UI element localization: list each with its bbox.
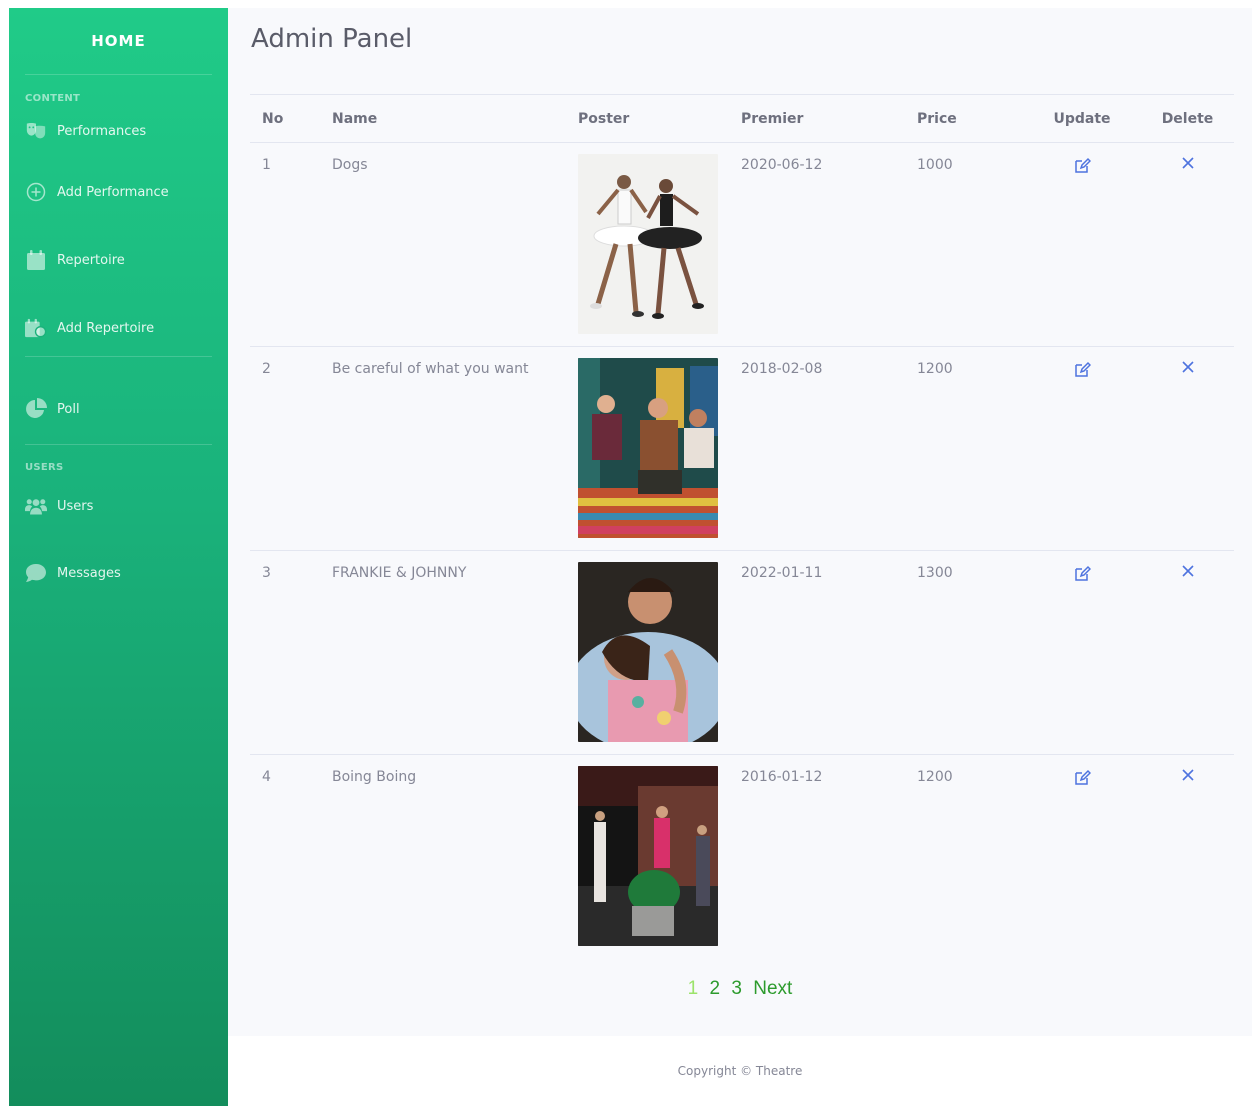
sidebar-item-label: Performances	[57, 123, 147, 139]
sidebar-item-add-performance[interactable]: Add Performance	[9, 158, 228, 226]
edit-icon[interactable]	[1074, 565, 1091, 586]
close-icon[interactable]	[1181, 565, 1194, 581]
theater-masks-icon	[25, 120, 47, 142]
sidebar-brand[interactable]: HOME	[9, 8, 228, 74]
table-row: 4 Boing Boing 2016-01-12 1200	[250, 755, 1234, 959]
cell-no: 4	[262, 769, 271, 785]
cell-no: 3	[250, 550, 320, 755]
sidebar-item-label: Users	[57, 498, 94, 514]
sidebar-item-label: Add Repertoire	[57, 320, 155, 336]
cell-price: 1000	[905, 142, 1023, 347]
page-link-1[interactable]: 1	[688, 978, 699, 999]
plus-circle-icon	[25, 181, 47, 203]
cell-premier: 2022-01-11	[729, 550, 905, 755]
header-premier: Premier	[729, 94, 905, 143]
page-link-2[interactable]: 2	[710, 978, 721, 999]
header-update: Update	[1023, 94, 1141, 143]
footer: Copyright © Theatre	[228, 1036, 1252, 1106]
cell-premier: 2016-01-12	[741, 769, 823, 785]
cell-premier: 2020-06-12	[729, 142, 905, 347]
edit-icon[interactable]	[1074, 769, 1091, 790]
sidebar-item-performances[interactable]: Performances	[9, 104, 228, 158]
pie-chart-icon	[25, 398, 47, 420]
sidebar: HOME CONTENT Performances Add Performanc…	[9, 8, 228, 1106]
page-title: Admin Panel	[251, 24, 413, 54]
sidebar-item-label: Add Performance	[57, 184, 169, 200]
sidebar-item-users[interactable]: Users	[9, 473, 228, 539]
edit-icon[interactable]	[1074, 157, 1091, 178]
page-link-3[interactable]: 3	[731, 978, 742, 999]
close-icon[interactable]	[1181, 361, 1194, 377]
poster-image	[578, 358, 718, 538]
sidebar-divider	[25, 74, 212, 75]
close-icon[interactable]	[1181, 769, 1194, 785]
sidebar-item-label: Messages	[57, 565, 121, 581]
sidebar-item-poll[interactable]: Poll	[9, 357, 228, 461]
sidebar-item-add-repertoire[interactable]: Add Repertoire	[9, 294, 228, 362]
sidebar-item-label: Repertoire	[57, 252, 125, 268]
cell-price: 1300	[905, 550, 1023, 755]
sidebar-heading-users: USERS	[25, 462, 64, 473]
calendar-plus-icon	[25, 317, 47, 339]
main-content: Admin Panel No Name Poster Premier Price…	[228, 8, 1252, 1036]
table-row: 3 FRANKIE & JOHNNY 2022-01-11 1300	[250, 550, 1234, 755]
table-header-row: No Name Poster Premier Price Update Dele…	[250, 94, 1234, 143]
cell-no: 1	[250, 142, 320, 347]
cell-price: 1200	[917, 769, 953, 785]
sidebar-heading-content: CONTENT	[25, 93, 81, 104]
edit-icon[interactable]	[1074, 361, 1091, 382]
header-delete: Delete	[1141, 94, 1234, 143]
pagination: 1 2 3 Next	[228, 978, 1252, 1000]
next-page-link[interactable]: Next	[753, 978, 792, 999]
cell-premier: 2018-02-08	[729, 346, 905, 551]
header-no: No	[250, 94, 320, 143]
close-icon[interactable]	[1181, 157, 1194, 173]
table-row: 2 Be careful of what you want 2018-02-08…	[250, 346, 1234, 551]
sidebar-item-label: Poll	[57, 401, 80, 417]
cell-no: 2	[250, 346, 320, 551]
copyright-text: Copyright © Theatre	[677, 1064, 803, 1078]
table-row: 1 Dogs 2020-06-12 1000	[250, 142, 1234, 347]
cell-name: Dogs	[320, 142, 566, 347]
cell-name: FRANKIE & JOHNNY	[320, 550, 566, 755]
header-name: Name	[320, 94, 566, 143]
sidebar-item-messages[interactable]: Messages	[9, 539, 228, 607]
cell-price: 1200	[905, 346, 1023, 551]
poster-image	[578, 766, 718, 946]
sidebar-divider	[25, 444, 212, 445]
poster-image	[578, 154, 718, 334]
calendar-icon	[25, 249, 47, 271]
sidebar-item-repertoire[interactable]: Repertoire	[9, 226, 228, 294]
cell-name: Boing Boing	[332, 769, 417, 785]
header-price: Price	[905, 94, 1023, 143]
performances-table: No Name Poster Premier Price Update Dele…	[250, 94, 1234, 959]
comment-icon	[25, 562, 47, 584]
cell-name: Be careful of what you want	[320, 346, 566, 551]
poster-image	[578, 562, 718, 742]
header-poster: Poster	[566, 94, 729, 143]
users-icon	[25, 495, 47, 517]
